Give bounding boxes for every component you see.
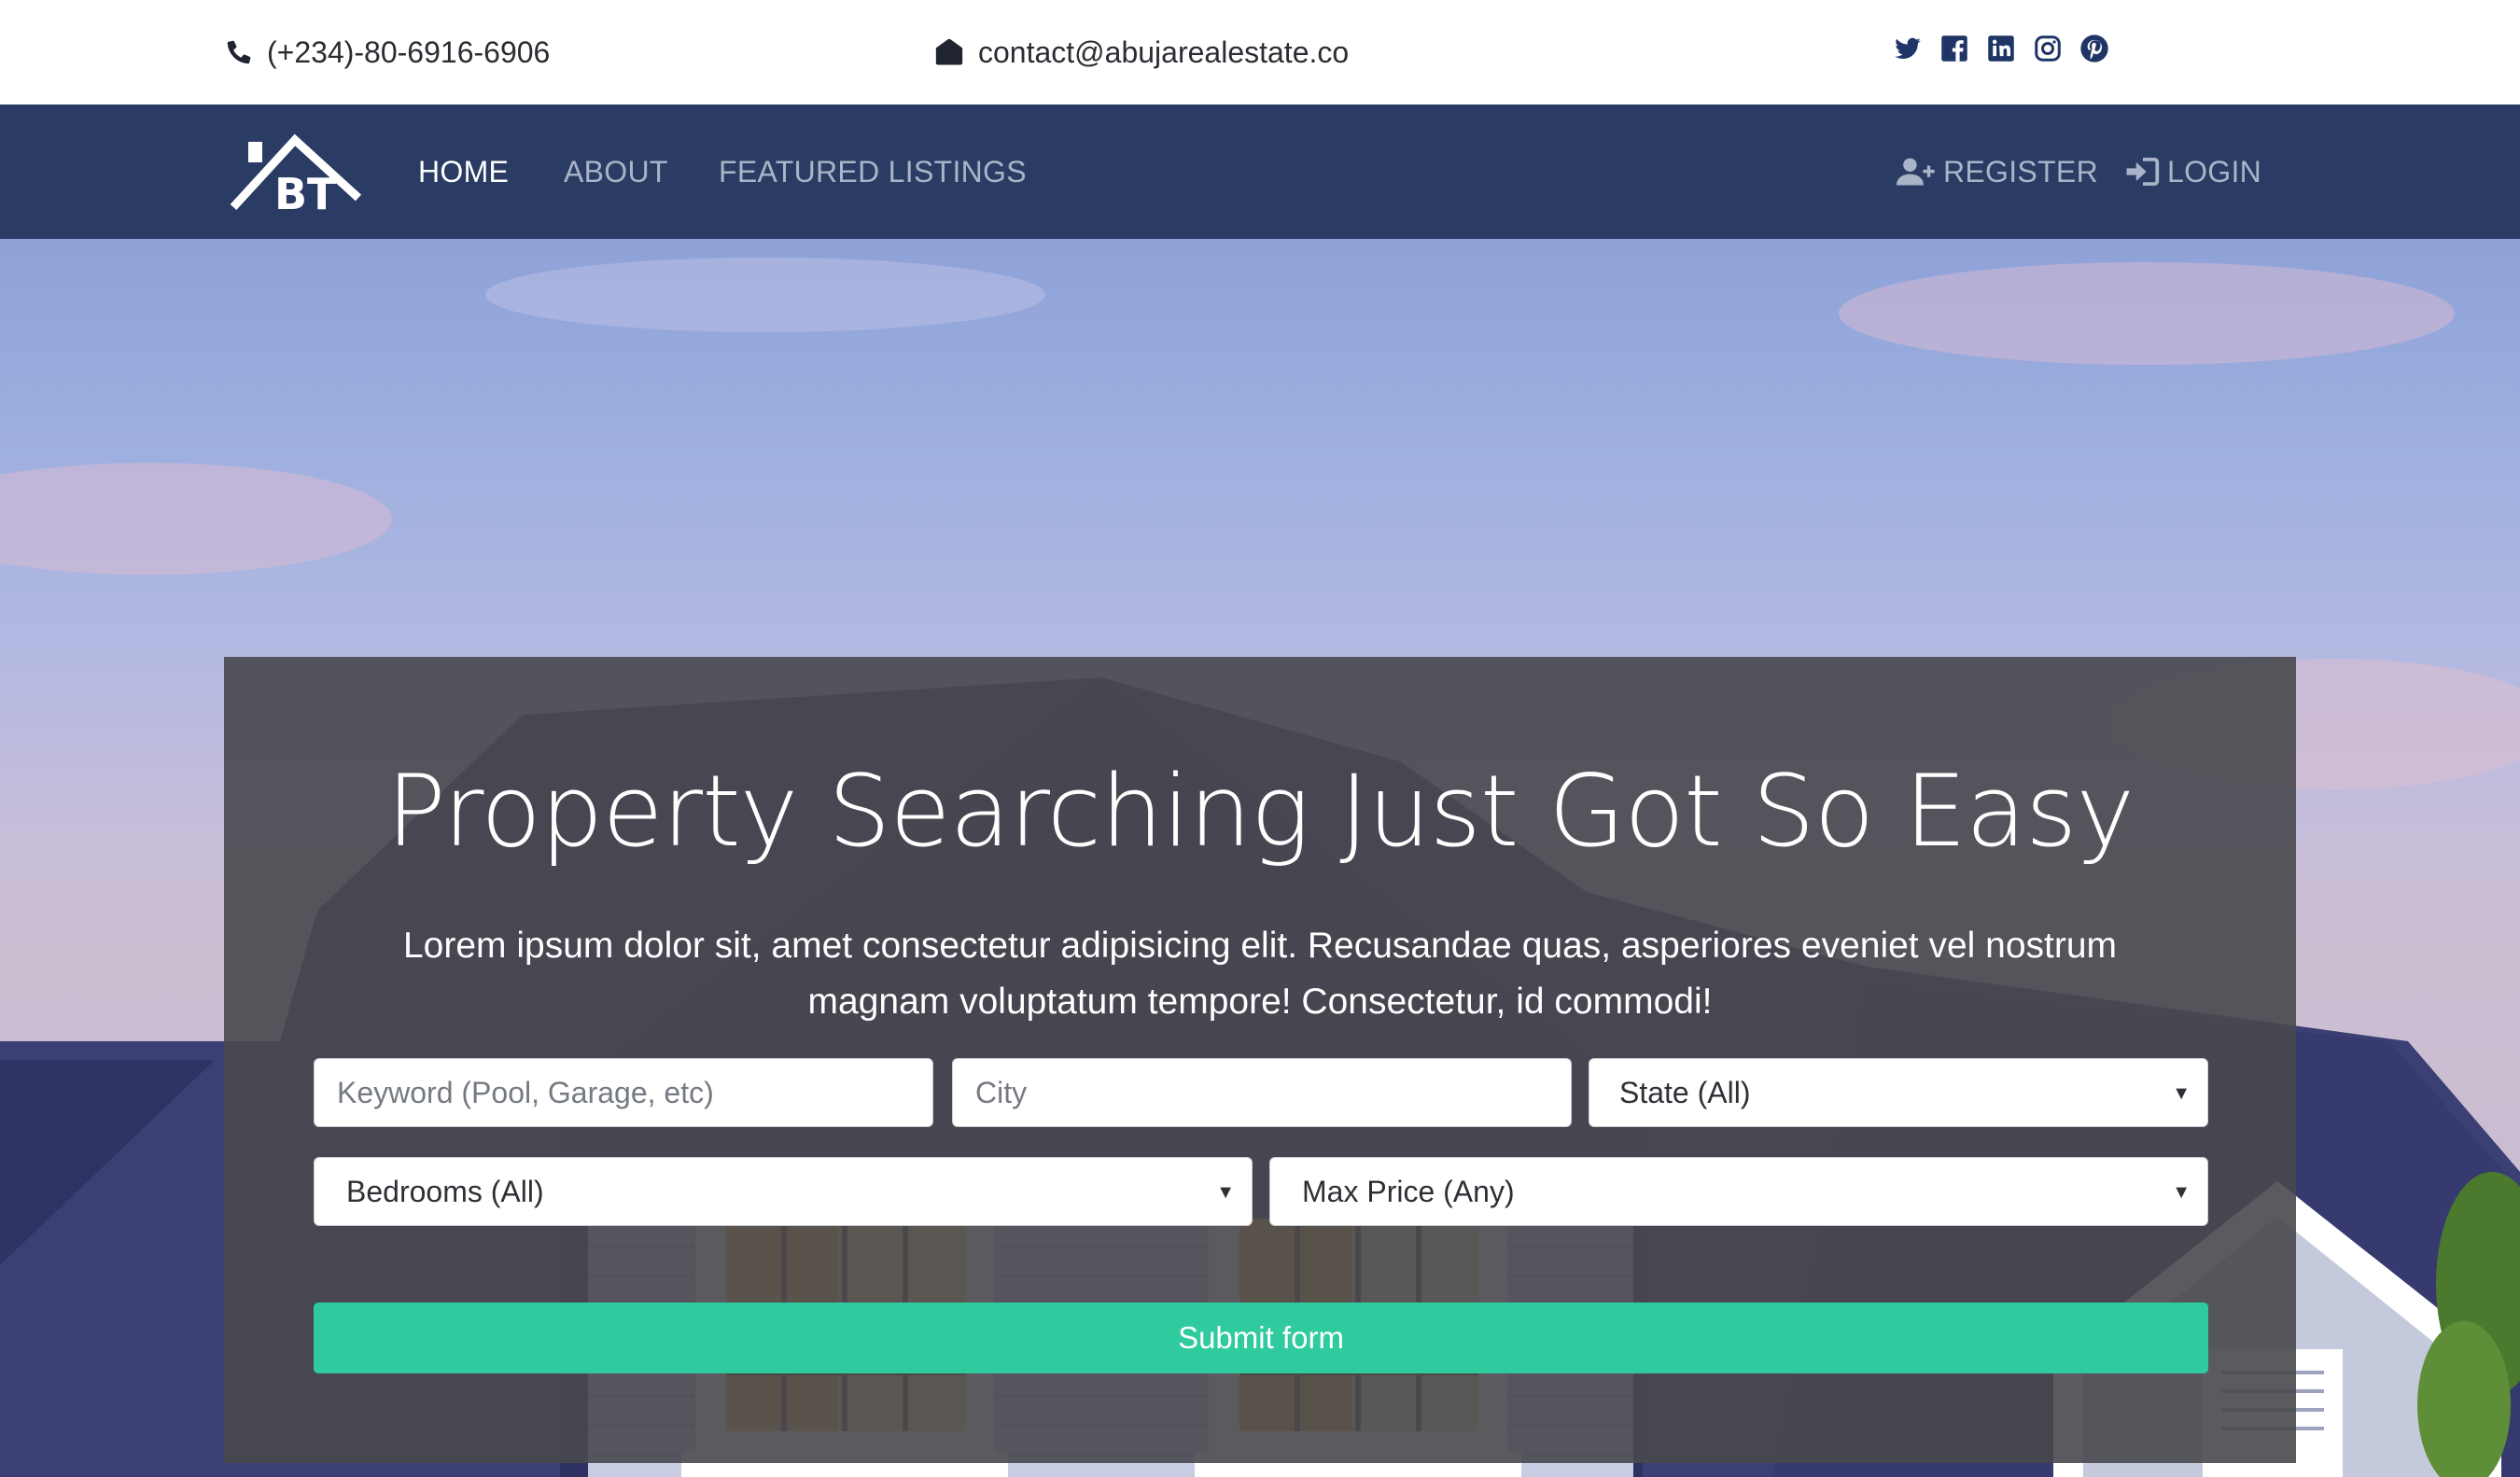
state-select[interactable]: State (All) ▼ xyxy=(1589,1058,2208,1127)
bedrooms-select[interactable]: Bedrooms (All) ▼ xyxy=(314,1157,1253,1226)
register-link[interactable]: REGISTER xyxy=(1897,151,2098,192)
nav-featured-listings[interactable]: FEATURED LISTINGS xyxy=(719,151,1027,192)
city-field[interactable] xyxy=(952,1058,1572,1127)
linkedin-icon[interactable] xyxy=(1986,34,2016,63)
city-input[interactable] xyxy=(975,1059,1571,1126)
phone-contact[interactable]: (+234)-80-6916-6906 xyxy=(224,34,550,71)
email-contact[interactable]: contact@abujarealestate.co xyxy=(933,34,1349,71)
bedrooms-select-value: Bedrooms (All) xyxy=(346,1174,544,1208)
envelope-open-icon xyxy=(935,38,963,65)
pinterest-icon[interactable] xyxy=(2079,34,2109,63)
hero-title: Property Searching Just Got So Easy xyxy=(385,754,2135,869)
dropdown-caret-icon: ▼ xyxy=(2172,1083,2191,1104)
login-link[interactable]: LOGIN xyxy=(2126,151,2261,192)
keyword-field[interactable] xyxy=(314,1058,933,1127)
max-price-select-value: Max Price (Any) xyxy=(1302,1174,1515,1208)
phone-icon xyxy=(227,40,251,64)
keyword-input[interactable] xyxy=(337,1059,932,1126)
logo-text: BT xyxy=(274,169,337,215)
dropdown-caret-icon: ▼ xyxy=(1216,1182,1235,1203)
user-plus-icon xyxy=(1897,158,1935,186)
submit-button[interactable]: Submit form xyxy=(314,1303,2208,1373)
hero-subtitle: Lorem ipsum dolor sit, amet consectetur … xyxy=(402,926,2118,1022)
email-address: contact@abujarealestate.co xyxy=(978,35,1350,69)
login-label: LOGIN xyxy=(2167,155,2262,188)
state-select-value: State (All) xyxy=(1619,1075,1751,1109)
hero-section: Property Searching Just Got So Easy Lore… xyxy=(0,239,2520,1477)
facebook-icon[interactable] xyxy=(1939,34,1969,63)
dropdown-caret-icon: ▼ xyxy=(2172,1182,2191,1203)
brand-logo[interactable]: BT xyxy=(228,132,368,219)
main-navbar: BT HOME ABOUT FEATURED LISTINGS REGISTER… xyxy=(0,105,2520,239)
register-label: REGISTER xyxy=(1943,155,2098,188)
twitter-icon[interactable] xyxy=(1893,34,1923,63)
sign-in-icon xyxy=(2126,158,2160,186)
top-contact-bar: (+234)-80-6916-6906 contact@abujarealest… xyxy=(0,0,2520,105)
phone-number: (+234)-80-6916-6906 xyxy=(267,35,551,69)
nav-home[interactable]: HOME xyxy=(418,151,509,192)
max-price-select[interactable]: Max Price (Any) ▼ xyxy=(1269,1157,2208,1226)
search-panel: Property Searching Just Got So Easy Lore… xyxy=(224,657,2296,1463)
social-links xyxy=(1893,34,2109,63)
instagram-icon[interactable] xyxy=(2033,34,2063,63)
nav-about[interactable]: ABOUT xyxy=(564,151,668,192)
